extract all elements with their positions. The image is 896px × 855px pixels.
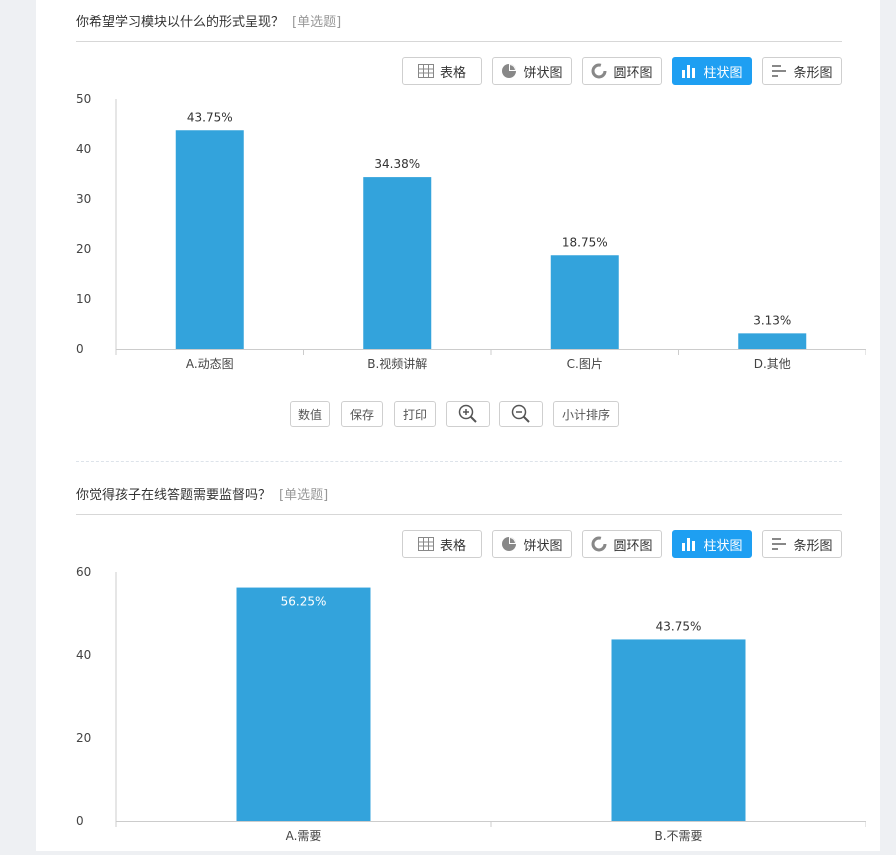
y-tick-label: 30 (76, 192, 91, 206)
table-icon (417, 537, 434, 551)
hbar-view-label: 条形图 (793, 538, 833, 554)
bar[interactable] (611, 639, 746, 821)
zoom-in-icon (458, 404, 477, 423)
question-title: 你觉得孩子在线答题需要监督吗？ [单选题] (76, 484, 328, 503)
bar-view-button[interactable]: 柱状图 (672, 57, 752, 85)
pie-view-button[interactable]: 饼状图 (492, 57, 572, 85)
title-divider (76, 514, 842, 515)
bar-view-label: 柱状图 (703, 65, 743, 81)
bar[interactable] (738, 333, 807, 349)
donut-view-label: 圆环图 (613, 65, 653, 81)
pie-view-label: 饼状图 (523, 65, 563, 81)
bar-view-label: 柱状图 (703, 538, 743, 554)
subtotal-sort-label: 小计排序 (561, 407, 610, 422)
donut-view-label: 圆环图 (613, 538, 653, 554)
question-type-tag: [单选题] (292, 15, 342, 30)
y-tick-label: 60 (76, 565, 91, 579)
subtotal-sort-button[interactable]: 小计排序 (553, 401, 619, 427)
horizontal-bar-icon (772, 538, 787, 550)
y-tick-label: 50 (76, 92, 91, 106)
question-type-tag: [单选题] (279, 488, 329, 503)
zoom-in-button[interactable] (446, 401, 490, 427)
donut-chart-icon (591, 63, 607, 79)
x-tick-label: C.图片 (567, 357, 603, 371)
values-button[interactable]: 数值 (290, 401, 330, 427)
bar-chart-icon (682, 65, 696, 78)
chart-1: 0 10 20 30 40 50 43.75% A.动态图 34.38% B.视频讲解 18.75%… (76, 88, 867, 378)
bar-chart-2: 0 20 40 60 56.25% A.需要 43.75% B.不需要 (76, 565, 867, 843)
chart-type-toolbar: 表格 饼状图 圆环图 柱状图 条形图 (402, 57, 844, 87)
pie-chart-icon (502, 64, 517, 78)
x-tick-label: B.不需要 (654, 829, 702, 843)
bar-view-button[interactable]: 柱状图 (672, 530, 752, 558)
x-tick-label: B.视频讲解 (367, 356, 427, 371)
y-tick-label: 10 (76, 292, 91, 306)
pie-chart-icon (502, 537, 517, 551)
question-title: 你希望学习模块以什么的形式呈现？ [单选题] (76, 11, 341, 30)
y-tick-label: 40 (76, 648, 91, 662)
bar-chart-1: 0 10 20 30 40 50 43.75% A.动态图 34.38% B.视频讲解 18.75%… (76, 92, 867, 371)
survey-report-panel: 你希望学习模块以什么的形式呈现？ [单选题] 表格 饼状图 圆环图 柱状图 条形图… (36, 0, 880, 851)
chart-2: 0 20 40 60 56.25% A.需要 43.75% B.不需要 (76, 562, 867, 851)
x-tick-label: D.其他 (754, 357, 791, 371)
print-button[interactable]: 打印 (394, 401, 436, 427)
data-label: 43.75% (656, 619, 702, 633)
chart-actions: 数值 保存 打印 小计排序 (290, 401, 630, 427)
table-view-button[interactable]: 表格 (402, 530, 482, 558)
y-tick-label: 20 (76, 731, 91, 745)
bar[interactable] (175, 130, 244, 349)
x-tick-label: A.动态图 (186, 357, 234, 371)
chart-type-toolbar: 表格 饼状图 圆环图 柱状图 条形图 (402, 530, 844, 560)
data-label: 43.75% (187, 110, 233, 124)
bar-chart-icon (682, 538, 696, 551)
table-view-label: 表格 (439, 65, 466, 81)
question-text: 你希望学习模块以什么的形式呈现？ (76, 15, 285, 30)
section-divider (76, 461, 842, 462)
table-icon (417, 64, 434, 78)
hbar-view-button[interactable]: 条形图 (762, 57, 842, 85)
y-tick-label: 0 (76, 814, 84, 828)
donut-view-button[interactable]: 圆环图 (582, 57, 662, 85)
x-tick-label: A.需要 (286, 829, 322, 843)
pie-view-button[interactable]: 饼状图 (492, 530, 572, 558)
table-view-button[interactable]: 表格 (402, 57, 482, 85)
y-tick-label: 40 (76, 142, 91, 156)
data-label: 34.38% (374, 157, 420, 171)
y-tick-label: 0 (76, 342, 84, 356)
zoom-out-button[interactable] (499, 401, 543, 427)
question-text: 你觉得孩子在线答题需要监督吗？ (76, 488, 272, 503)
horizontal-bar-icon (772, 65, 787, 77)
bar[interactable] (236, 587, 371, 821)
data-label: 56.25% (281, 595, 327, 609)
save-label: 保存 (349, 407, 374, 422)
data-label: 3.13% (753, 313, 791, 327)
values-label: 数值 (297, 407, 322, 422)
zoom-out-icon (511, 404, 530, 423)
bar[interactable] (550, 255, 619, 349)
save-button[interactable]: 保存 (341, 401, 383, 427)
pie-view-label: 饼状图 (523, 538, 563, 554)
table-view-label: 表格 (439, 538, 466, 554)
print-label: 打印 (402, 407, 427, 422)
data-label: 18.75% (562, 235, 608, 249)
hbar-view-label: 条形图 (793, 65, 833, 81)
bar[interactable] (363, 177, 432, 349)
donut-chart-icon (591, 536, 607, 552)
donut-view-button[interactable]: 圆环图 (582, 530, 662, 558)
y-tick-label: 20 (76, 242, 91, 256)
title-divider (76, 41, 842, 42)
hbar-view-button[interactable]: 条形图 (762, 530, 842, 558)
